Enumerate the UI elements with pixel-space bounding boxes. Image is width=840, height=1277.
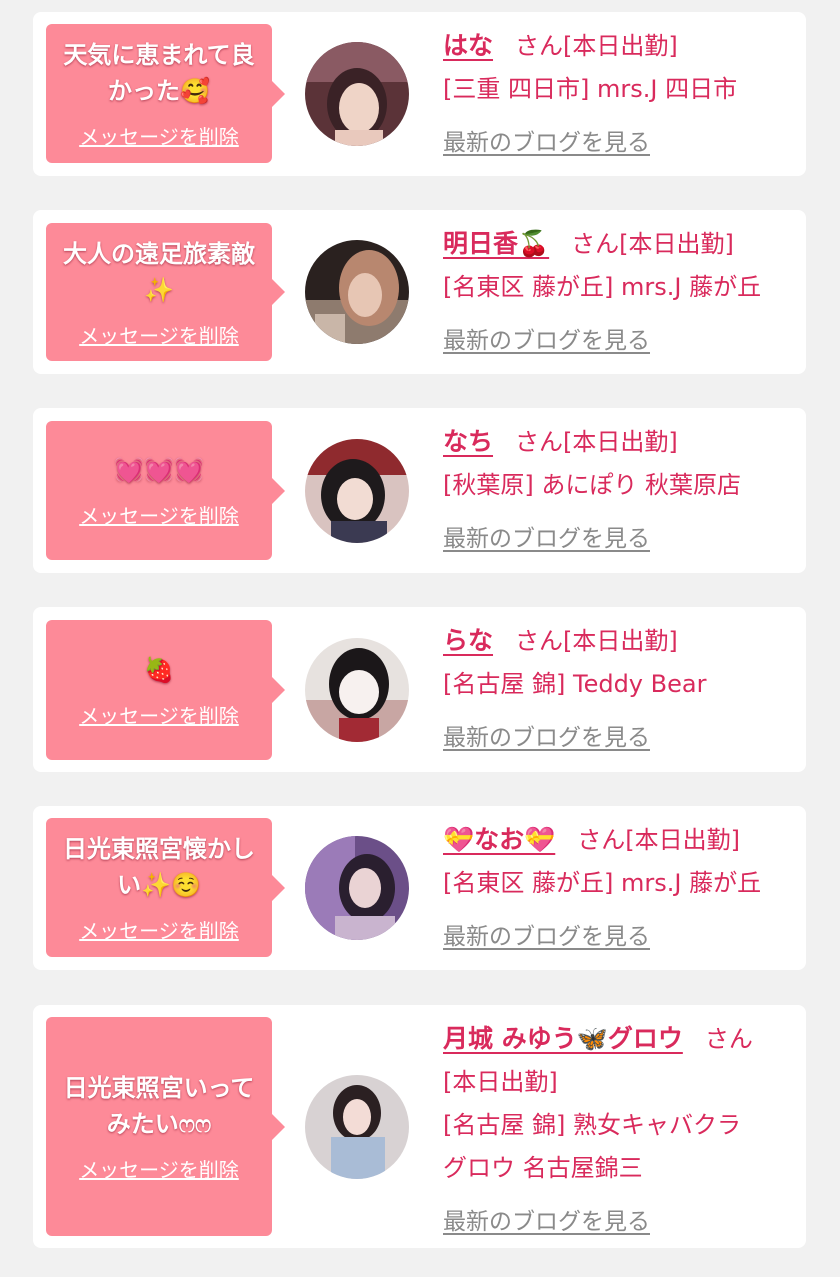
message-bubble: 日光東照宮いってみたいෆෆ メッセージを削除 [46, 1017, 285, 1236]
status-label: [本日出勤] [619, 230, 734, 258]
status-label: [本日出勤] [563, 428, 678, 456]
message-bubble: 日光東照宮懐かしい✨☺️ メッセージを削除 [46, 818, 285, 957]
avatar[interactable] [305, 1075, 409, 1179]
girl-name-link[interactable]: 月城 みゆう🦋グロウ [443, 1024, 683, 1053]
delete-message-link[interactable]: メッセージを削除 [79, 700, 239, 729]
message-card: 日光東照宮懐かしい✨☺️ メッセージを削除 💝なお💝 さん[本日出勤] [名東区 … [33, 806, 806, 970]
girl-info: 明日香🍒 さん[本日出勤] [名東区 藤が丘] mrs.J 藤が丘 最新のブログを… [443, 222, 794, 363]
avatar[interactable] [305, 439, 409, 543]
message-text: 🍓 [144, 655, 174, 684]
delete-message-link[interactable]: メッセージを削除 [79, 500, 239, 529]
status-label: [本日出勤] [563, 627, 678, 655]
avatar[interactable] [305, 638, 409, 742]
message-bubble: 天気に恵まれて良かった🥰 メッセージを削除 [46, 24, 285, 163]
san-label: さん [515, 428, 564, 456]
status-label: [本日出勤] [625, 826, 740, 854]
avatar[interactable] [305, 836, 409, 940]
store-label: [名東区 藤が丘] mrs.J 藤が丘 [443, 869, 762, 897]
latest-blog-link[interactable]: 最新のブログを見る [443, 518, 650, 561]
latest-blog-link[interactable]: 最新のブログを見る [443, 717, 650, 760]
message-card: 大人の遠足旅素敵✨ メッセージを削除 明日香🍒 さん[本日出勤] [名東区 藤が丘… [33, 210, 806, 374]
delete-message-link[interactable]: メッセージを削除 [79, 1154, 239, 1183]
status-label: [本日出勤] [443, 1068, 558, 1096]
girl-name-link[interactable]: 明日香🍒 [443, 229, 549, 258]
message-card: 日光東照宮いってみたいෆෆ メッセージを削除 月城 みゆう🦋グロウ さん [本日出… [33, 1005, 806, 1248]
message-text: 日光東照宮いってみたいෆෆ [63, 1074, 255, 1138]
message-text: 日光東照宮懐かしい✨☺️ [63, 835, 255, 899]
avatar-photo [305, 439, 409, 543]
store-label: [名古屋 錦] 熟女キャバクラ [443, 1111, 741, 1139]
message-card: 天気に恵まれて良かった🥰 メッセージを削除 はな さん[本日出勤] [三重 四日市… [33, 12, 806, 176]
girl-info: らな さん[本日出勤] [名古屋 錦] Teddy Bear 最新のブログを見る [443, 619, 794, 760]
avatar-photo [305, 638, 409, 742]
san-label: さん [571, 230, 620, 258]
store-label: [名東区 藤が丘] mrs.J 藤が丘 [443, 273, 762, 301]
delete-message-link[interactable]: メッセージを削除 [79, 320, 239, 349]
girl-name-link[interactable]: はな [443, 31, 493, 60]
avatar-photo [305, 42, 409, 146]
girl-name-link[interactable]: らな [443, 626, 493, 655]
status-label: [本日出勤] [563, 32, 678, 60]
san-label: さん [577, 826, 626, 854]
message-text: 大人の遠足旅素敵✨ [63, 239, 255, 304]
delete-message-link[interactable]: メッセージを削除 [79, 121, 239, 150]
girl-name-link[interactable]: なち [443, 427, 493, 456]
message-text: 天気に恵まれて良かった🥰 [63, 41, 255, 105]
girl-name-link[interactable]: 💝なお💝 [443, 825, 555, 854]
message-text: 💓💓💓 [114, 456, 204, 484]
store-label: [秋葉原] あにぽり 秋葉原店 [443, 471, 741, 499]
message-bubble: 大人の遠足旅素敵✨ メッセージを削除 [46, 223, 285, 361]
girl-info: 月城 みゆう🦋グロウ さん [本日出勤] [名古屋 錦] 熟女キャバクラ グロウ … [443, 1017, 794, 1244]
avatar[interactable] [305, 240, 409, 344]
store-label: [三重 四日市] mrs.J 四日市 [443, 75, 738, 103]
delete-message-link[interactable]: メッセージを削除 [79, 915, 239, 944]
store-label: [名古屋 錦] Teddy Bear [443, 670, 707, 698]
message-card: 💓💓💓 メッセージを削除 なち さん[本日出勤] [秋葉原] あにぽり 秋葉原店 … [33, 408, 806, 573]
avatar-photo [305, 1075, 409, 1179]
avatar-photo [305, 836, 409, 940]
san-label: さん [515, 627, 564, 655]
message-card: 🍓 メッセージを削除 らな さん[本日出勤] [名古屋 錦] Teddy Bear… [33, 607, 806, 772]
san-label: さん [515, 32, 564, 60]
san-label: さん [704, 1025, 753, 1053]
latest-blog-link[interactable]: 最新のブログを見る [443, 1201, 650, 1244]
girl-info: 💝なお💝 さん[本日出勤] [名東区 藤が丘] mrs.J 藤が丘 最新のブログを… [443, 818, 794, 959]
avatar[interactable] [305, 42, 409, 146]
message-bubble: 🍓 メッセージを削除 [46, 620, 285, 760]
girl-info: はな さん[本日出勤] [三重 四日市] mrs.J 四日市 最新のブログを見る [443, 24, 794, 165]
message-bubble: 💓💓💓 メッセージを削除 [46, 421, 285, 560]
girl-info: なち さん[本日出勤] [秋葉原] あにぽり 秋葉原店 最新のブログを見る [443, 420, 794, 561]
latest-blog-link[interactable]: 最新のブログを見る [443, 122, 650, 165]
store-label: グロウ 名古屋錦三 [443, 1154, 643, 1182]
latest-blog-link[interactable]: 最新のブログを見る [443, 320, 650, 363]
latest-blog-link[interactable]: 最新のブログを見る [443, 916, 650, 959]
message-list: 天気に恵まれて良かった🥰 メッセージを削除 はな さん[本日出勤] [三重 四日市… [0, 0, 840, 1277]
avatar-photo [305, 240, 409, 344]
